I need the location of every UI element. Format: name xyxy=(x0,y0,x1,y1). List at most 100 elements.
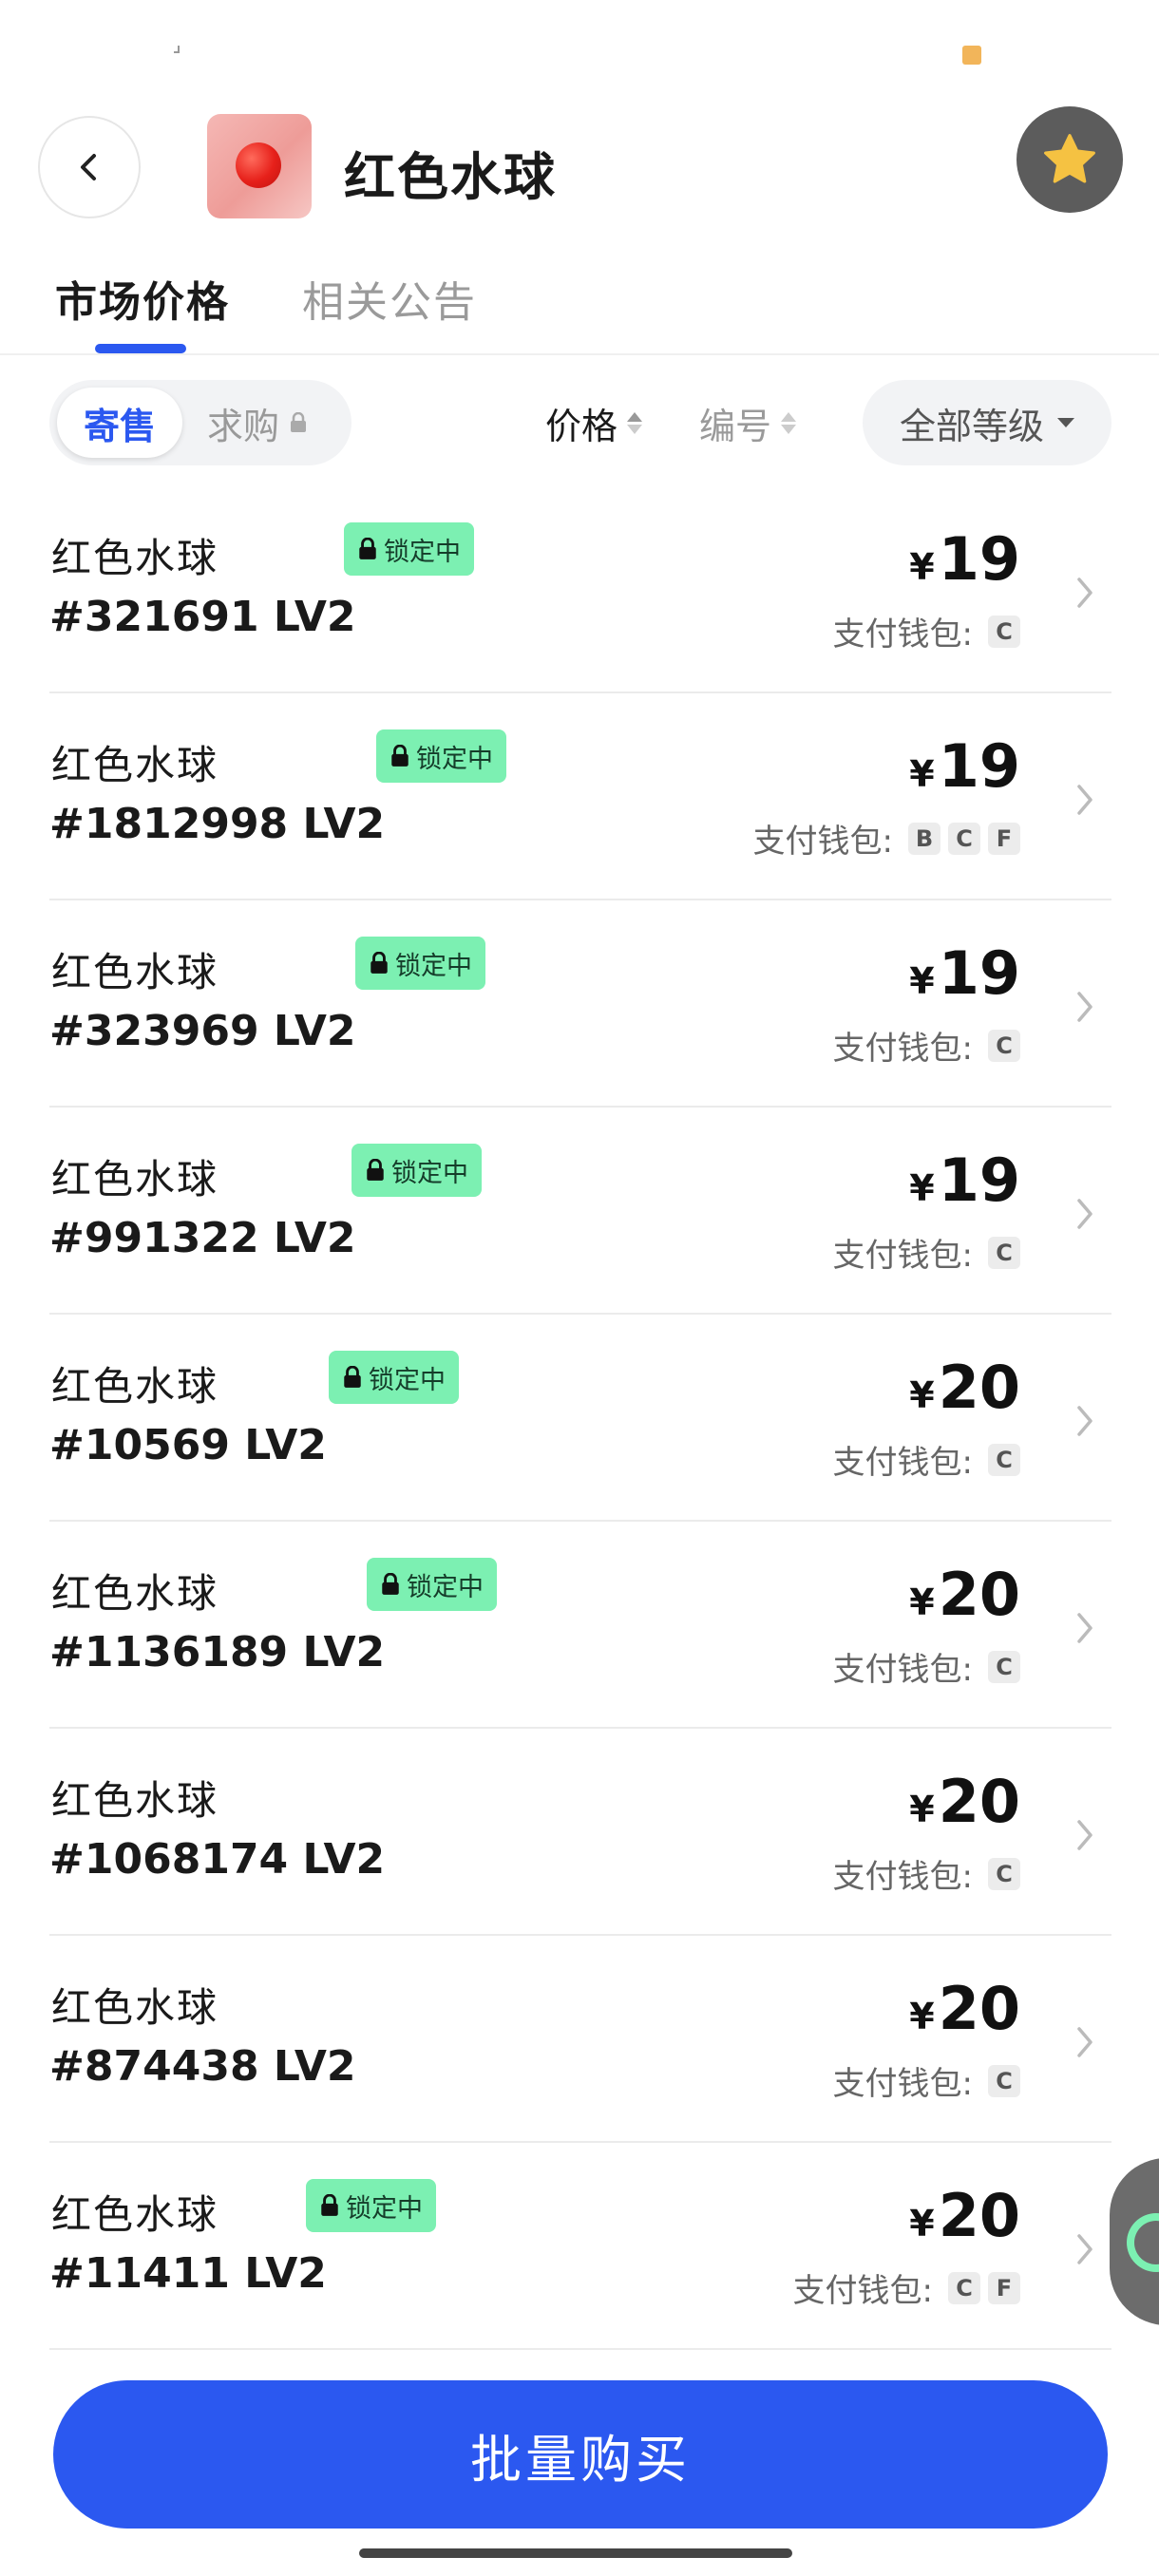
payment-wallets: 支付钱包: C xyxy=(833,1229,1020,1276)
listing-serial: #323969 LV2 xyxy=(49,1007,356,1055)
currency-symbol: ¥ xyxy=(909,753,935,795)
consignment-toggle[interactable]: 寄售 xyxy=(57,388,182,458)
listing-serial: #991322 LV2 xyxy=(49,1214,356,1262)
currency-symbol: ¥ xyxy=(909,546,935,588)
listing-row[interactable]: 红色水球 #323969 LV2 锁定中 ¥ 19 支付钱包: C xyxy=(49,900,1112,1108)
chevron-right-icon xyxy=(1077,2234,1092,2264)
sort-arrows-icon xyxy=(781,412,797,434)
locked-badge-label: 锁定中 xyxy=(395,951,472,981)
tab-announcements[interactable]: 相关公告 xyxy=(302,268,477,329)
listing-serial: #321691 LV2 xyxy=(49,593,356,641)
lock-icon xyxy=(382,1573,399,1595)
locked-badge: 锁定中 xyxy=(376,729,506,783)
listing-name: 红色水球 xyxy=(51,949,219,995)
chevron-right-icon xyxy=(1077,1613,1092,1643)
locked-badge: 锁定中 xyxy=(329,1351,459,1404)
wallet-chip: C xyxy=(988,1236,1020,1269)
wallet-chip: C xyxy=(988,2064,1020,2097)
item-thumbnail xyxy=(207,114,312,218)
bulk-buy-button[interactable]: 批量购买 xyxy=(53,2380,1108,2529)
listing-serial: #874438 LV2 xyxy=(49,2042,356,2091)
chevron-right-icon xyxy=(1077,1820,1092,1850)
price-amount: 19 xyxy=(938,524,1020,594)
level-dropdown[interactable]: 全部等级 xyxy=(863,380,1112,465)
listing-name: 红色水球 xyxy=(51,1777,219,1824)
payment-wallets: 支付钱包: B C F xyxy=(753,815,1020,862)
listing-name: 红色水球 xyxy=(51,742,219,788)
payment-wallets: 支付钱包: C F xyxy=(793,2264,1020,2311)
star-icon xyxy=(1044,134,1095,183)
listing-serial: #1136189 LV2 xyxy=(49,1628,386,1676)
chevron-right-icon xyxy=(1077,1406,1092,1436)
headset-icon xyxy=(1127,2213,1159,2272)
listing-row[interactable]: 红色水球 #991322 LV2 锁定中 ¥ 19 支付钱包: C xyxy=(49,1108,1112,1315)
wallet-label: 支付钱包: xyxy=(832,1237,973,1275)
wallet-chip: C xyxy=(988,1650,1020,1683)
status-bar xyxy=(0,0,1159,95)
price-amount: 20 xyxy=(938,1560,1020,1629)
wallet-chip: C xyxy=(988,1857,1020,1890)
page-title: 红色水球 xyxy=(344,147,557,207)
locked-badge: 锁定中 xyxy=(344,522,474,576)
payment-wallets: 支付钱包: C xyxy=(833,608,1020,654)
listing-name: 红色水球 xyxy=(51,1156,219,1203)
filter-row: 寄售 求购 价格 编号 全部等级 xyxy=(0,378,1159,467)
price-amount: 20 xyxy=(938,1353,1020,1422)
wallet-label: 支付钱包: xyxy=(752,823,893,861)
locked-badge-label: 锁定中 xyxy=(391,1158,468,1188)
listing-price: ¥ 20 xyxy=(909,1565,1020,1624)
price-amount: 19 xyxy=(938,938,1020,1008)
listing-serial: #11411 LV2 xyxy=(49,2249,327,2298)
locked-badge: 锁定中 xyxy=(367,1558,497,1611)
back-button[interactable] xyxy=(38,116,141,218)
listing-serial: #1812998 LV2 xyxy=(49,800,386,848)
buy-request-toggle[interactable]: 求购 xyxy=(207,388,308,458)
chevron-right-icon xyxy=(1077,578,1092,608)
currency-symbol: ¥ xyxy=(909,1167,935,1209)
payment-wallets: 支付钱包: C xyxy=(833,1022,1020,1069)
wallet-label: 支付钱包: xyxy=(832,2065,973,2103)
listing-row[interactable]: 红色水球 #1136189 LV2 锁定中 ¥ 20 支付钱包: C xyxy=(49,1522,1112,1729)
status-icon xyxy=(174,46,180,53)
wallet-chip: B xyxy=(908,822,940,855)
listing-row[interactable]: 红色水球 #874438 LV2 ¥ 20 支付钱包: C xyxy=(49,1936,1112,2143)
level-dropdown-label: 全部等级 xyxy=(899,405,1044,447)
wallet-chip: C xyxy=(988,1443,1020,1476)
favorite-button[interactable] xyxy=(1016,106,1123,213)
lock-icon xyxy=(291,412,307,432)
wallet-chip: C xyxy=(988,1029,1020,1062)
payment-wallets: 支付钱包: C xyxy=(833,2057,1020,2104)
listing-row[interactable]: 红色水球 #321691 LV2 锁定中 ¥ 19 支付钱包: C xyxy=(49,486,1112,693)
listing-row[interactable]: 红色水球 #10569 LV2 锁定中 ¥ 20 支付钱包: C xyxy=(49,1315,1112,1522)
tab-bar: 市场价格 相关公告 xyxy=(0,256,1159,355)
listing-row[interactable]: 红色水球 #1068174 LV2 ¥ 20 支付钱包: C xyxy=(49,1729,1112,1936)
locked-badge: 锁定中 xyxy=(352,1144,482,1197)
locked-badge: 锁定中 xyxy=(355,937,485,990)
buy-request-label: 求购 xyxy=(207,405,280,447)
listing-serial: #1068174 LV2 xyxy=(49,1835,386,1884)
payment-wallets: 支付钱包: C xyxy=(833,1436,1020,1483)
listing-price: ¥ 20 xyxy=(909,1979,1020,2038)
wallet-label: 支付钱包: xyxy=(832,616,973,653)
trade-type-toggle: 寄售 求购 xyxy=(49,380,352,465)
listing-serial: #10569 LV2 xyxy=(49,1421,327,1469)
listing-price: ¥ 20 xyxy=(909,1772,1020,1831)
currency-symbol: ¥ xyxy=(909,2203,935,2245)
sort-by-number[interactable]: 编号 xyxy=(699,397,797,449)
currency-symbol: ¥ xyxy=(909,1374,935,1416)
listing-row[interactable]: 红色水球 #11411 LV2 锁定中 ¥ 20 支付钱包: C F xyxy=(49,2143,1112,2350)
currency-symbol: ¥ xyxy=(909,1996,935,2037)
notification-dot-icon xyxy=(962,46,981,65)
lock-icon xyxy=(344,1366,361,1388)
market-page: 红色水球 市场价格 相关公告 寄售 求购 价格 编号 全部等级 红色水球 #32… xyxy=(0,0,1159,2576)
tab-market-price[interactable]: 市场价格 xyxy=(55,268,230,329)
customer-service-button[interactable] xyxy=(1110,2158,1159,2325)
listing-price: ¥ 20 xyxy=(909,1358,1020,1417)
chevron-left-icon xyxy=(81,154,96,180)
listing-price: ¥ 19 xyxy=(909,944,1020,1003)
caret-down-icon xyxy=(1057,418,1074,427)
wallet-label: 支付钱包: xyxy=(792,2272,933,2310)
sort-by-price[interactable]: 价格 xyxy=(545,397,643,449)
listing-row[interactable]: 红色水球 #1812998 LV2 锁定中 ¥ 19 支付钱包: B C F xyxy=(49,693,1112,900)
price-amount: 20 xyxy=(938,2181,1020,2250)
